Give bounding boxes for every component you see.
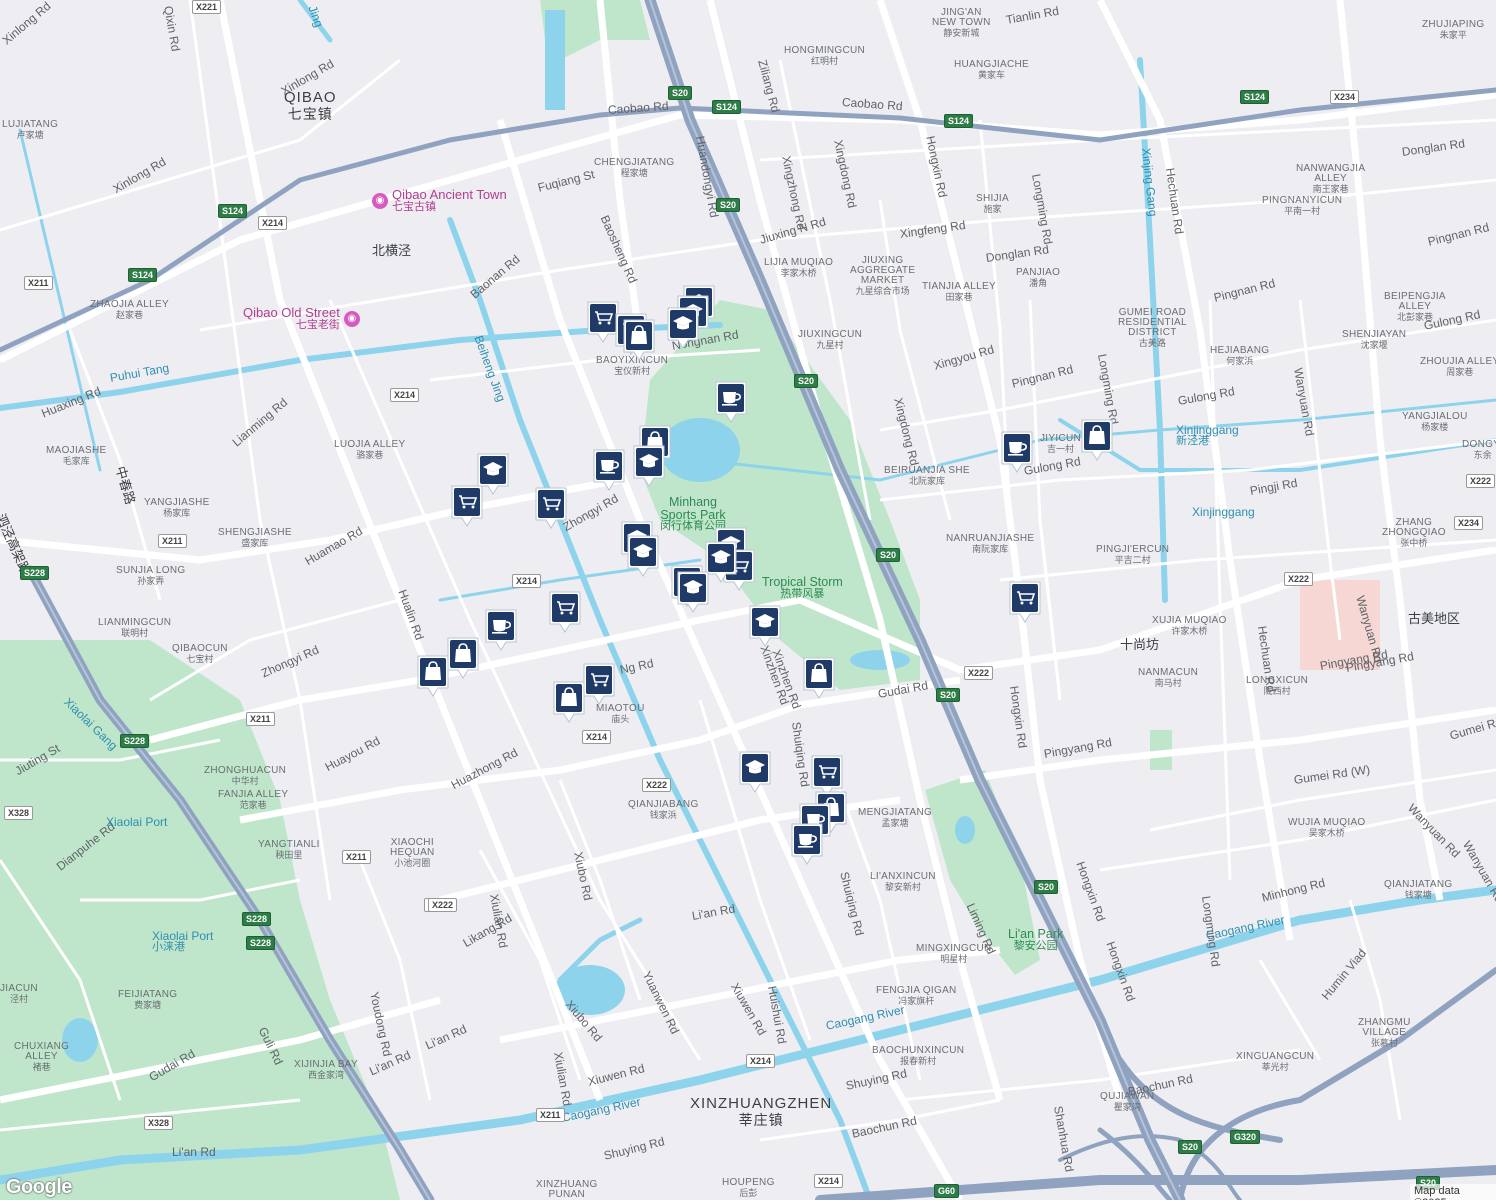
- coffee-cup-icon: [485, 609, 517, 651]
- shopping-bag-icon: [1081, 419, 1113, 461]
- poi-qibao-old-street[interactable]: ◉ Qibao Old Street 七宝老街: [243, 306, 360, 331]
- map-pin-school[interactable]: [666, 306, 700, 350]
- map-pin-cafe[interactable]: [1000, 430, 1034, 474]
- map-basemap: [0, 0, 1496, 1200]
- road-shield: X214: [512, 574, 542, 589]
- map-attribution[interactable]: Map data ©2025: [1410, 1184, 1496, 1200]
- map-pin-bag[interactable]: [1080, 418, 1114, 462]
- road-shield: S228: [242, 912, 272, 927]
- road-shield: X221: [192, 0, 222, 15]
- map-pin-bag[interactable]: [416, 654, 450, 698]
- road-shield: X214: [746, 1054, 776, 1069]
- map-pin-shopping[interactable]: [1008, 580, 1042, 624]
- road-shield: X214: [390, 388, 420, 403]
- road-shield: X328: [144, 1116, 174, 1131]
- camera-icon: ◉: [372, 192, 388, 209]
- map-pin-cafe[interactable]: [790, 822, 824, 866]
- graduation-cap-icon: [627, 535, 659, 577]
- map-canvas[interactable]: QIBAO 七宝镇 XINZHUANGZHEN 莘庄镇 JING'AN NEW TOWN 静…: [0, 0, 1496, 1200]
- road-shield: S20: [936, 688, 961, 703]
- graduation-cap-icon: [739, 751, 771, 793]
- map-pin-school[interactable]: [632, 444, 666, 488]
- coffee-cup-icon: [593, 449, 625, 491]
- cart-icon: [535, 487, 567, 529]
- coffee-cup-icon: [1001, 431, 1033, 473]
- road-shield: S20: [794, 374, 819, 389]
- shopping-bag-icon: [803, 657, 835, 699]
- road-shield: S20: [876, 548, 901, 563]
- shopping-bag-icon: [623, 319, 655, 361]
- road-shield: X328: [4, 806, 34, 821]
- road-shield: S124: [712, 100, 742, 115]
- coffee-cup-icon: [791, 823, 823, 865]
- cart-icon: [451, 485, 483, 527]
- road-shield: X211: [536, 1108, 565, 1123]
- road-shield: X222: [642, 778, 672, 793]
- road-shield: S20: [716, 198, 741, 213]
- road-shield: S124: [944, 114, 974, 129]
- road-shield: X234: [1454, 516, 1484, 531]
- road-shield: S20: [1034, 880, 1059, 895]
- road-shield: S228: [246, 936, 276, 951]
- map-pin-school[interactable]: [676, 570, 710, 614]
- map-pin-cafe[interactable]: [592, 448, 626, 492]
- map-pin-cafe[interactable]: [714, 380, 748, 424]
- map-pin-bag[interactable]: [802, 656, 836, 700]
- road-shield: G320: [1230, 1130, 1261, 1145]
- graduation-cap-icon: [667, 307, 699, 349]
- road-shield: S124: [218, 204, 248, 219]
- graduation-cap-icon: [749, 605, 781, 647]
- map-pin-school[interactable]: [738, 750, 772, 794]
- road-shield: S124: [128, 268, 158, 283]
- coffee-cup-icon: [715, 381, 747, 423]
- poi-label-zh: 七宝老街: [295, 318, 340, 331]
- road-shield: X222: [1284, 572, 1314, 587]
- road-shield: X214: [582, 730, 612, 745]
- map-pin-school[interactable]: [748, 604, 782, 648]
- shopping-bag-icon: [417, 655, 449, 697]
- map-pin-cafe[interactable]: [484, 608, 518, 652]
- road-shield: X214: [814, 1174, 844, 1189]
- map-pin-shopping[interactable]: [534, 486, 568, 530]
- road-shield: X222: [964, 666, 994, 681]
- poi-label: Qibao Old Street: [243, 305, 340, 320]
- road-shield: X211: [342, 850, 371, 865]
- cart-icon: [1009, 581, 1041, 623]
- poi-label: Qibao Ancient Town: [392, 187, 507, 202]
- road-shield: X234: [1330, 90, 1360, 105]
- road-shield: S124: [1240, 90, 1270, 105]
- poi-label-zh: 七宝古镇: [392, 200, 436, 213]
- cart-icon: [583, 663, 615, 705]
- road-shield: X222: [428, 898, 458, 913]
- road-shield: S20: [1178, 1140, 1203, 1155]
- road-shield: X211: [158, 534, 187, 549]
- map-pin-bag[interactable]: [552, 680, 586, 724]
- camera-icon: ◉: [343, 310, 360, 327]
- shopping-bag-icon: [447, 637, 479, 679]
- map-pin-bag[interactable]: [446, 636, 480, 680]
- road-shield: X211: [246, 712, 275, 727]
- cart-icon: [549, 591, 581, 633]
- map-pin-school[interactable]: [626, 534, 660, 578]
- google-logo: Google: [6, 1176, 72, 1198]
- road-shield: X214: [258, 216, 288, 231]
- map-pin-shopping[interactable]: [582, 662, 616, 706]
- road-shield: X222: [1466, 474, 1496, 489]
- map-pin-shopping[interactable]: [548, 590, 582, 634]
- map-pin-shopping[interactable]: [450, 484, 484, 528]
- road-shield: S228: [20, 566, 50, 581]
- graduation-cap-icon: [633, 445, 665, 487]
- road-shield: X211: [24, 276, 53, 291]
- shopping-bag-icon: [553, 681, 585, 723]
- poi-qibao-ancient-town[interactable]: ◉ Qibao Ancient Town 七宝古镇: [372, 188, 507, 213]
- road-shield: S20: [668, 86, 693, 101]
- map-pin-bag[interactable]: [622, 318, 656, 362]
- graduation-cap-icon: [677, 571, 709, 613]
- road-shield: S228: [120, 734, 150, 749]
- road-shield: G60: [934, 1184, 960, 1199]
